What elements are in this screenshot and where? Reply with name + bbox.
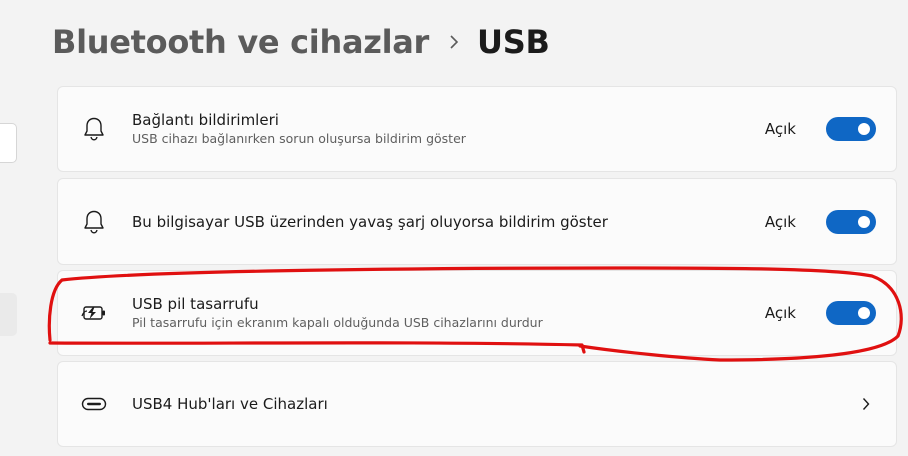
page-title: USB	[477, 23, 550, 61]
setting-card-slow-charging-notification: Bu bilgisayar USB üzerinden yavaş şarj o…	[57, 178, 897, 265]
setting-text: Bağlantı bildirimleri USB cihazı bağlanı…	[132, 110, 466, 148]
setting-card-usb4-hubs[interactable]: USB4 Hub'ları ve Cihazları	[57, 361, 897, 447]
breadcrumb-parent-link[interactable]: Bluetooth ve cihazlar	[52, 23, 429, 61]
setting-text: USB4 Hub'ları ve Cihazları	[132, 394, 328, 414]
setting-subtitle: USB cihazı bağlanırken sorun oluşursa bi…	[132, 131, 466, 146]
setting-title: Bağlantı bildirimleri	[132, 111, 279, 129]
toggle-knob	[858, 123, 870, 135]
slow-charging-notification-toggle[interactable]	[826, 209, 876, 234]
setting-text: USB pil tasarrufu Pil tasarrufu için ekr…	[132, 294, 543, 332]
setting-card-usb-battery-saver: USB pil tasarrufu Pil tasarrufu için ekr…	[57, 270, 897, 356]
setting-card-connection-notifications: Bağlantı bildirimleri USB cihazı bağlanı…	[57, 86, 897, 172]
chevron-right-icon[interactable]	[860, 396, 872, 412]
chevron-right-icon	[449, 35, 459, 49]
breadcrumb: Bluetooth ve cihazlar USB	[52, 18, 550, 66]
usb-battery-saver-toggle[interactable]	[826, 301, 876, 325]
bell-icon	[80, 115, 108, 143]
toggle-state-label: Açık	[764, 304, 796, 322]
setting-title: USB4 Hub'ları ve Cihazları	[132, 395, 328, 413]
sidebar-selected-item-edge[interactable]	[0, 293, 17, 336]
setting-title: USB pil tasarrufu	[132, 295, 259, 313]
bell-icon	[80, 208, 108, 236]
toggle-state-label: Açık	[764, 212, 796, 231]
setting-text: Bu bilgisayar USB üzerinden yavaş şarj o…	[132, 212, 608, 232]
usb-c-port-icon	[80, 390, 108, 418]
sidebar-search-box-edge[interactable]	[0, 123, 17, 163]
toggle-knob	[858, 307, 870, 319]
toggle-knob	[858, 215, 870, 228]
setting-title: Bu bilgisayar USB üzerinden yavaş şarj o…	[132, 212, 608, 231]
toggle-state-label: Açık	[764, 120, 796, 138]
battery-saver-icon	[80, 299, 108, 327]
setting-subtitle: Pil tasarrufu için ekranım kapalı olduğu…	[132, 315, 543, 330]
connection-notifications-toggle[interactable]	[826, 117, 876, 141]
